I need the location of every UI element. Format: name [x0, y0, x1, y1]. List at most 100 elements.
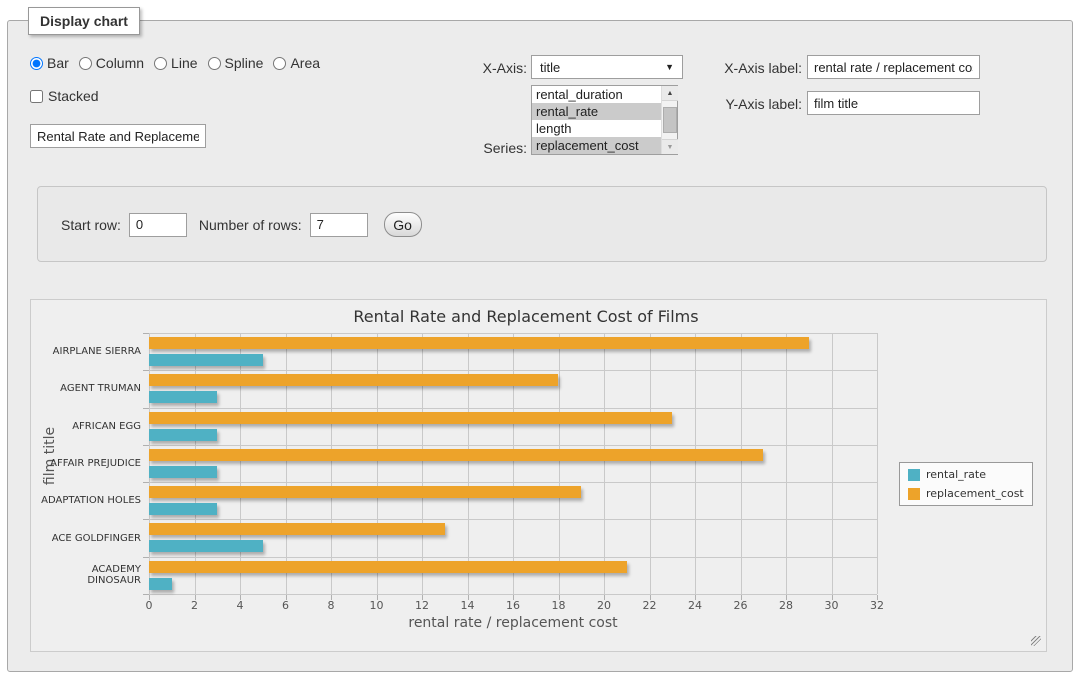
legend-swatch: [908, 488, 920, 500]
x-tick-label: 6: [282, 599, 289, 612]
x-tick-label: 2: [191, 599, 198, 612]
resize-grip-icon[interactable]: [1031, 636, 1041, 646]
radio-area[interactable]: [273, 57, 286, 70]
x-tick-label: 32: [870, 599, 884, 612]
chart-type-group: Bar Column Line Spline Area: [30, 55, 326, 71]
x-axis-label-input[interactable]: [807, 55, 980, 79]
radio-bar[interactable]: [30, 57, 43, 70]
radio-label: Area: [290, 55, 320, 71]
x-tick-label: 16: [506, 599, 520, 612]
bar-replacement_cost[interactable]: [149, 337, 809, 349]
series-option-replacement_cost[interactable]: replacement_cost: [532, 137, 661, 154]
chart-x-axis-title: rental rate / replacement cost: [149, 615, 877, 631]
radio-column[interactable]: [79, 57, 92, 70]
x-tick-label: 28: [779, 599, 793, 612]
chart-type-option-column[interactable]: Column: [79, 55, 144, 71]
y-axis-label: ACADEMY DINOSAUR: [39, 557, 141, 594]
category-row: [149, 408, 877, 445]
x-tick-label: 10: [370, 599, 384, 612]
chart-type-option-spline[interactable]: Spline: [208, 55, 264, 71]
y-axis-label: ADAPTATION HOLES: [39, 482, 141, 519]
x-tick-label: 8: [328, 599, 335, 612]
bar-replacement_cost[interactable]: [149, 561, 627, 573]
radio-line[interactable]: [154, 57, 167, 70]
series-listbox-label: Series:: [455, 140, 527, 156]
stacked-label: Stacked: [48, 88, 99, 104]
y-axis-label: AFFAIR PREJUDICE: [39, 445, 141, 482]
dropdown-arrow-icon: ▼: [665, 62, 674, 72]
num-rows-input[interactable]: [310, 213, 368, 237]
category-row: [149, 557, 877, 594]
chart-type-option-area[interactable]: Area: [273, 55, 320, 71]
bar-rental_rate[interactable]: [149, 540, 263, 552]
legend-item-replacement_cost[interactable]: replacement_cost: [908, 487, 1024, 500]
category-row: [149, 482, 877, 519]
gridline: [149, 594, 877, 595]
bar-rental_rate[interactable]: [149, 578, 172, 590]
chart-x-tick-labels: 02468101214161820222426283032: [149, 599, 877, 613]
radio-label: Column: [96, 55, 144, 71]
bar-replacement_cost[interactable]: [149, 523, 445, 535]
plot-area: [149, 333, 877, 594]
x-tick-label: 18: [552, 599, 566, 612]
bar-replacement_cost[interactable]: [149, 374, 558, 386]
stacked-checkbox[interactable]: [30, 90, 43, 103]
legend-item-rental_rate[interactable]: rental_rate: [908, 468, 1024, 481]
category-row: [149, 519, 877, 556]
bar-rental_rate[interactable]: [149, 429, 217, 441]
bar-replacement_cost[interactable]: [149, 412, 672, 424]
bar-rental_rate[interactable]: [149, 354, 263, 366]
category-row: [149, 445, 877, 482]
num-rows-label: Number of rows:: [199, 217, 302, 233]
fieldset-legend: Display chart: [28, 7, 140, 35]
legend-swatch: [908, 469, 920, 481]
bar-replacement_cost[interactable]: [149, 486, 581, 498]
go-button[interactable]: Go: [384, 212, 422, 237]
x-axis-label-caption: X-Axis label:: [712, 60, 802, 76]
series-option-length[interactable]: length: [532, 120, 661, 137]
y-axis-label-input[interactable]: [807, 91, 980, 115]
chart-type-option-line[interactable]: Line: [154, 55, 197, 71]
radio-spline[interactable]: [208, 57, 221, 70]
bar-rental_rate[interactable]: [149, 503, 217, 515]
x-tick-label: 26: [734, 599, 748, 612]
legend-label: rental_rate: [926, 468, 986, 481]
bar-rental_rate[interactable]: [149, 391, 217, 403]
x-tick-label: 24: [688, 599, 702, 612]
series-listbox-scrollbar[interactable]: ▲ ▼: [661, 86, 677, 154]
start-row-input[interactable]: [129, 213, 187, 237]
chart-title-input[interactable]: [30, 124, 206, 148]
page: Display chart Bar Column Line Spline Area St…: [0, 0, 1081, 681]
row-range-panel: Start row: Number of rows: Go: [37, 186, 1047, 262]
start-row-label: Start row:: [61, 217, 121, 233]
series-option-rental_rate[interactable]: rental_rate: [532, 103, 661, 120]
gridline: [877, 333, 878, 594]
chart-type-option-bar[interactable]: Bar: [30, 55, 69, 71]
y-axis-label: AGENT TRUMAN: [39, 370, 141, 407]
scroll-up-icon[interactable]: ▲: [662, 86, 678, 101]
x-tick-label: 12: [415, 599, 429, 612]
y-axis-label: AIRPLANE SIERRA: [39, 333, 141, 370]
x-tick-label: 20: [597, 599, 611, 612]
chart-y-axis-labels: AIRPLANE SIERRAAGENT TRUMANAFRICAN EGGAF…: [39, 333, 141, 594]
chart-legend: rental_rate replacement_cost: [899, 462, 1033, 506]
bar-replacement_cost[interactable]: [149, 449, 763, 461]
radio-label: Line: [171, 55, 197, 71]
x-tick-label: 30: [825, 599, 839, 612]
x-axis-select-label: X-Axis:: [455, 60, 527, 76]
series-option-rental_duration[interactable]: rental_duration: [532, 86, 661, 103]
x-tick-label: 22: [643, 599, 657, 612]
bar-rental_rate[interactable]: [149, 466, 217, 478]
scroll-down-icon[interactable]: ▼: [662, 139, 678, 154]
legend-label: replacement_cost: [926, 487, 1024, 500]
scrollbar-thumb[interactable]: [663, 107, 677, 133]
radio-label: Bar: [47, 55, 69, 71]
chart-title: Rental Rate and Replacement Cost of Film…: [31, 307, 1021, 326]
radio-label: Spline: [225, 55, 264, 71]
y-axis-label: ACE GOLDFINGER: [39, 519, 141, 556]
x-axis-select[interactable]: title ▼: [531, 55, 683, 79]
series-listbox[interactable]: rental_durationrental_ratelengthreplacem…: [531, 85, 678, 155]
chart-container: Rental Rate and Replacement Cost of Film…: [30, 299, 1047, 652]
stacked-option[interactable]: Stacked: [30, 88, 99, 104]
x-tick-label: 0: [146, 599, 153, 612]
